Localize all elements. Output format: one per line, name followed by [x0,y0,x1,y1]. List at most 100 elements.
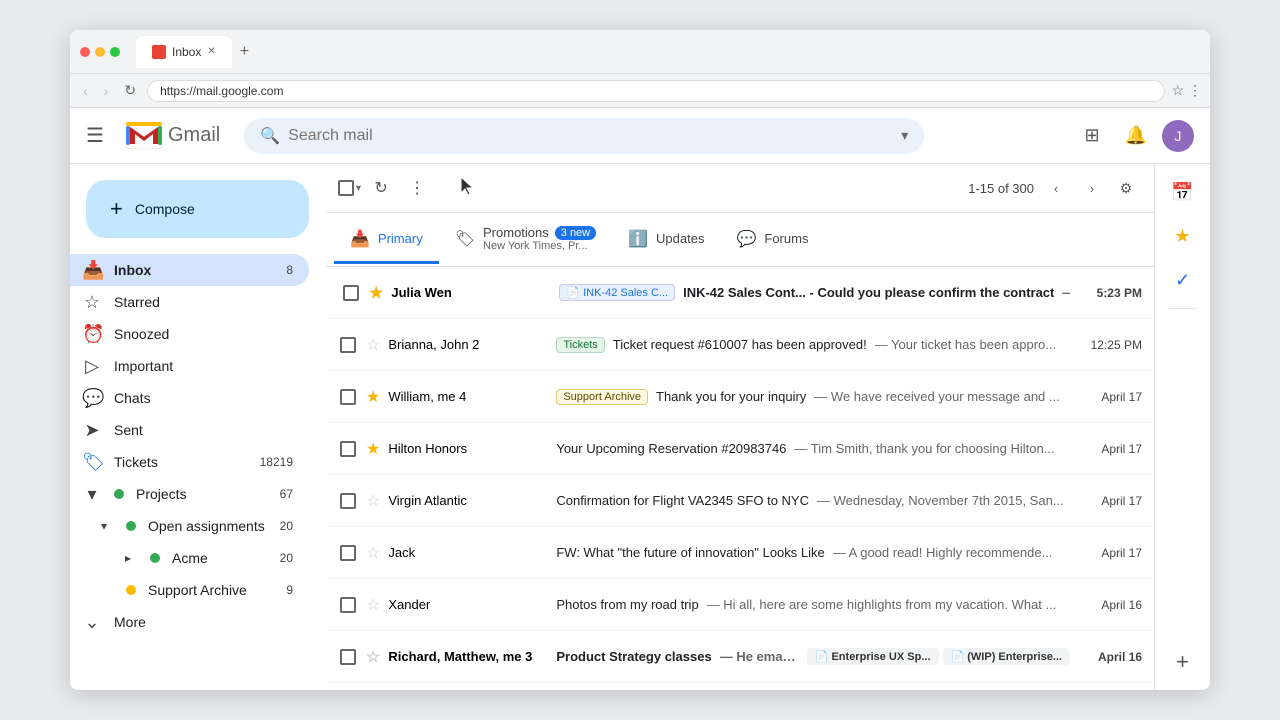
checkbox-dropdown[interactable]: ▾ [356,183,361,194]
star-btn-7[interactable]: ☆ [366,595,380,615]
avatar[interactable]: J [1162,120,1194,152]
notifications-btn[interactable]: 🔔 [1118,118,1154,154]
apps-btn[interactable]: ⊞ [1074,118,1110,154]
checkbox-all[interactable] [338,180,354,196]
checkbox-2[interactable] [340,337,356,353]
checkbox-1[interactable] [343,285,359,301]
next-page-btn[interactable]: › [1078,174,1106,202]
promotions-tab-label: Promotions [483,225,549,240]
sidebar-item-projects[interactable]: ▾ Projects 67 [70,478,309,510]
checkbox-6[interactable] [340,545,356,561]
star-btn-2[interactable]: ☆ [366,335,380,355]
keep-icon-btn[interactable]: ✓ [1163,260,1203,300]
maximize-dot[interactable] [110,47,120,57]
sidebar-item-more[interactable]: ⌄ More [70,606,309,638]
minimize-dot[interactable] [95,47,105,57]
email-row[interactable]: ★ Julia Wen 📄 INK-42 Sales C... INK-42 S… [326,267,1154,319]
sidebar-item-sent[interactable]: ➤ Sent [70,414,309,446]
email-row[interactable]: ☆ Peter, Shalini 2 Business trip — Hi, I… [326,683,1154,690]
tickets-count: 18219 [260,455,293,469]
search-dropdown-btn[interactable]: ▾ [901,127,908,144]
active-tab[interactable]: Inbox ✕ [136,36,232,68]
email-row[interactable]: ☆ Jack FW: What "the future of innovatio… [326,527,1154,579]
email-checkbox-3[interactable] [338,389,358,405]
close-dot[interactable] [80,47,90,57]
browser-chrome: Inbox ✕ + [70,30,1210,74]
tab-primary[interactable]: 📥 Primary [334,217,439,264]
sidebar-item-starred[interactable]: ☆ Starred [70,286,309,318]
sidebar-item-support-archive[interactable]: · Support Archive 9 [70,574,309,606]
checkbox-4[interactable] [340,441,356,457]
snoozed-icon: ⏰ [82,324,102,345]
email-row[interactable]: ★ William, me 4 Support Archive Thank yo… [326,371,1154,423]
checkbox-3[interactable] [340,389,356,405]
pagination: 1-15 of 300 ‹ › [968,174,1106,202]
email-checkbox-5[interactable] [338,493,358,509]
email-date-6: April 17 [1078,546,1142,560]
sidebar-item-inbox[interactable]: 📥 Inbox 8 [70,254,309,286]
calendar-icon-btn[interactable]: 📅 [1163,172,1203,212]
email-row[interactable]: ☆ Richard, Matthew, me 3 Product Strateg… [326,631,1154,683]
prev-page-btn[interactable]: ‹ [1042,174,1070,202]
email-checkbox-4[interactable] [338,441,358,457]
cursor-svg [457,175,477,199]
new-tab-btn[interactable]: + [236,39,253,65]
forward-btn[interactable]: › [99,81,114,101]
email-subject-4: Your Upcoming Reservation #20983746 [556,441,786,456]
email-checkbox-1[interactable] [341,285,361,301]
sidebar-item-tickets[interactable]: 🏷 Tickets 18219 [70,446,309,478]
email-checkbox-8[interactable] [338,649,358,665]
select-all-check[interactable]: ▾ [338,180,361,196]
email-subject-8: Product Strategy classes [556,649,711,664]
sidebar-item-snoozed[interactable]: ⏰ Snoozed [70,318,309,350]
add-apps-btn[interactable]: + [1163,642,1203,682]
reload-btn[interactable]: ↻ [119,80,141,101]
settings-btn[interactable]: ⚙ [1110,172,1142,204]
checkbox-5[interactable] [340,493,356,509]
tab-promotions[interactable]: 🏷 Promotions 3 new New York Times, Pr... [439,213,612,267]
back-btn[interactable]: ‹ [78,81,93,101]
acme-dot [150,553,160,563]
checkbox-7[interactable] [340,597,356,613]
search-input[interactable] [288,127,893,145]
email-checkbox-2[interactable] [338,337,358,353]
gmail-title: Gmail [168,124,220,147]
email-content-7: Photos from my road trip — Hi all, here … [556,597,1070,612]
right-sidebar: 📅 ★ ✓ + [1154,164,1210,690]
email-content-5: Confirmation for Flight VA2345 SFO to NY… [556,493,1070,508]
bookmark-btn[interactable]: ☆ [1171,82,1184,99]
refresh-btn[interactable]: ↻ [365,172,397,204]
email-checkbox-7[interactable] [338,597,358,613]
sidebar-item-label-acme: Acme [172,550,268,566]
search-bar[interactable]: 🔍 ▾ [244,118,924,154]
mail-toolbar: ▾ ↻ ⋮ 1-15 of 300 ‹ › ⚙ [326,164,1154,213]
star-btn-6[interactable]: ☆ [366,543,380,563]
email-row[interactable]: ☆ Brianna, John 2 Tickets Ticket request… [326,319,1154,371]
updates-tab-label: Updates [656,231,704,246]
sidebar-item-acme[interactable]: ▸ Acme 20 [70,542,309,574]
email-row[interactable]: ☆ Xander Photos from my road trip — Hi a… [326,579,1154,631]
more-options-btn[interactable]: ⋮ [401,172,433,204]
star-btn-4[interactable]: ★ [366,439,380,459]
sidebar-item-open-assignments[interactable]: ▾ Open assignments 20 [70,510,309,542]
email-content-3: Support Archive Thank you for your inqui… [556,389,1070,405]
star-btn-1[interactable]: ★ [369,283,383,303]
tab-forums[interactable]: 💬 Forums [720,217,824,264]
email-checkbox-6[interactable] [338,545,358,561]
nav-menu-btn[interactable]: ⋮ [1188,82,1202,99]
star-btn-3[interactable]: ★ [366,387,380,407]
star-btn-8[interactable]: ☆ [366,647,380,667]
tasks-icon-btn[interactable]: ★ [1163,216,1203,256]
email-row[interactable]: ★ Hilton Honors Your Upcoming Reservatio… [326,423,1154,475]
address-bar[interactable]: https://mail.google.com [147,80,1165,102]
checkbox-8[interactable] [340,649,356,665]
email-row[interactable]: ☆ Virgin Atlantic Confirmation for Fligh… [326,475,1154,527]
compose-button[interactable]: + Compose [86,180,309,238]
sidebar-item-chats[interactable]: 💬 Chats [70,382,309,414]
sidebar-item-important[interactable]: ▷ Important [70,350,309,382]
hamburger-menu[interactable]: ☰ [86,123,110,148]
tab-close-btn[interactable]: ✕ [207,46,215,57]
tab-updates[interactable]: ℹ️ Updates [612,217,720,264]
email-list: ★ Julia Wen 📄 INK-42 Sales C... INK-42 S… [326,267,1154,690]
star-btn-5[interactable]: ☆ [366,491,380,511]
